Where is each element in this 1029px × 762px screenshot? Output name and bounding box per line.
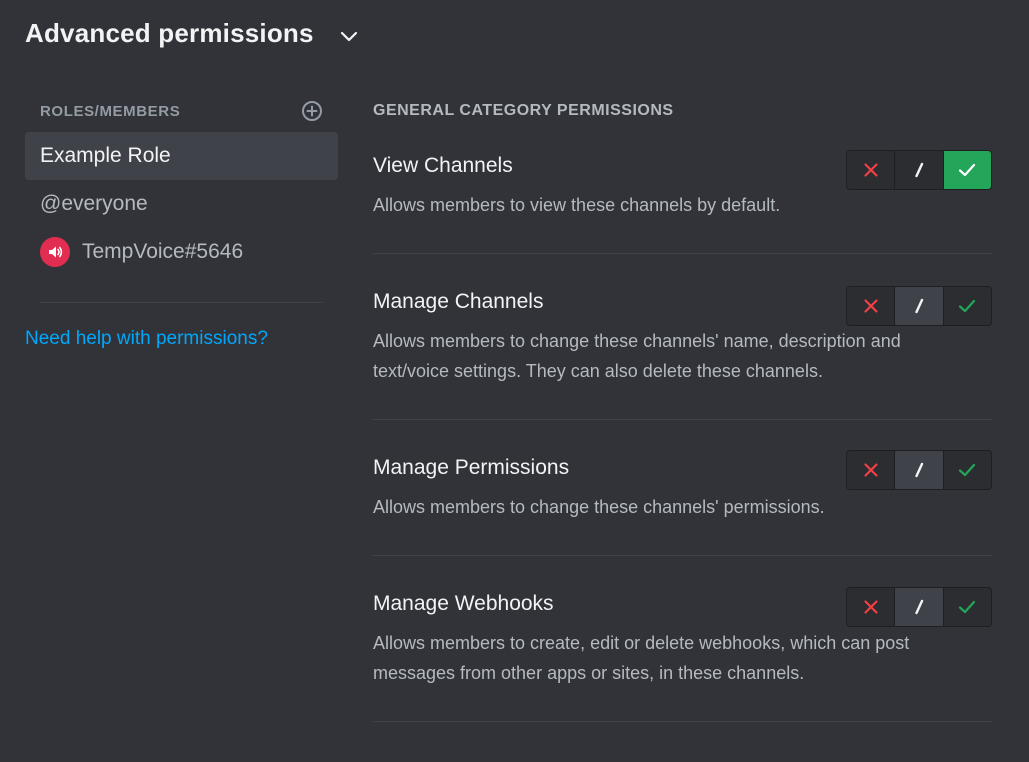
chevron-down-icon[interactable] xyxy=(338,25,360,47)
role-item-everyone[interactable]: @everyone xyxy=(25,180,338,228)
roles-sidebar: ROLES/MEMBERS Example Role @everyone Tem… xyxy=(25,98,338,350)
allow-button[interactable] xyxy=(944,588,991,626)
roles-members-heading: ROLES/MEMBERS xyxy=(40,102,181,120)
permission-toggle xyxy=(846,286,992,326)
permissions-panel: GENERAL CATEGORY PERMISSIONS View Channe… xyxy=(373,98,992,722)
allow-button[interactable] xyxy=(943,151,991,189)
permission-description: Allows members to create, edit or delete… xyxy=(373,633,910,683)
slash-icon xyxy=(915,298,924,314)
permissions-help-link[interactable]: Need help with permissions? xyxy=(25,328,338,350)
deny-button[interactable] xyxy=(847,451,896,489)
close-icon xyxy=(864,299,878,313)
close-icon xyxy=(864,163,878,177)
permission-manage-permissions: Manage Permissions Allows members to cha… xyxy=(373,420,992,556)
sidebar-header: ROLES/MEMBERS xyxy=(25,98,338,124)
neutral-button[interactable] xyxy=(895,588,944,626)
permission-view-channels: View Channels Allows members to view the… xyxy=(373,150,992,254)
neutral-button[interactable] xyxy=(895,151,944,189)
slash-icon xyxy=(915,162,924,178)
deny-button[interactable] xyxy=(847,588,896,626)
allow-button[interactable] xyxy=(944,451,991,489)
checkmark-icon xyxy=(959,299,976,313)
slash-icon xyxy=(915,599,924,615)
role-item-example-role[interactable]: Example Role xyxy=(25,132,338,180)
close-icon xyxy=(864,463,878,477)
divider xyxy=(40,302,323,303)
header: Advanced permissions xyxy=(25,18,360,49)
role-label: Example Role xyxy=(40,144,171,167)
deny-button[interactable] xyxy=(847,151,896,189)
allow-button[interactable] xyxy=(944,287,991,325)
neutral-button[interactable] xyxy=(895,287,944,325)
avatar xyxy=(40,237,70,267)
permission-toggle xyxy=(846,150,992,190)
permission-description: Allows members to change these channels'… xyxy=(373,497,825,517)
permission-toggle xyxy=(846,587,992,627)
close-icon xyxy=(864,600,878,614)
checkmark-icon xyxy=(959,163,976,177)
neutral-button[interactable] xyxy=(895,451,944,489)
checkmark-icon xyxy=(959,463,976,477)
checkmark-icon xyxy=(959,600,976,614)
permission-description: Allows members to change these channels'… xyxy=(373,331,901,381)
member-item-tempvoice[interactable]: TempVoice#5646 xyxy=(25,228,338,276)
section-title: GENERAL CATEGORY PERMISSIONS xyxy=(373,102,674,119)
speaker-icon xyxy=(49,246,63,258)
permission-manage-channels: Manage Channels Allows members to change… xyxy=(373,254,992,420)
role-label: @everyone xyxy=(40,192,148,215)
advanced-permissions-page: Advanced permissions ROLES/MEMBERS Examp… xyxy=(0,0,1029,762)
deny-button[interactable] xyxy=(847,287,896,325)
add-role-icon[interactable] xyxy=(301,100,323,122)
role-list: Example Role @everyone TempVoice#5646 xyxy=(25,132,338,276)
page-title: Advanced permissions xyxy=(25,18,314,48)
permission-manage-webhooks: Manage Webhooks Allows members to create… xyxy=(373,556,992,722)
permission-description: Allows members to view these channels by… xyxy=(373,195,781,215)
member-label: TempVoice#5646 xyxy=(82,240,244,263)
permission-toggle xyxy=(846,450,992,490)
slash-icon xyxy=(915,462,924,478)
